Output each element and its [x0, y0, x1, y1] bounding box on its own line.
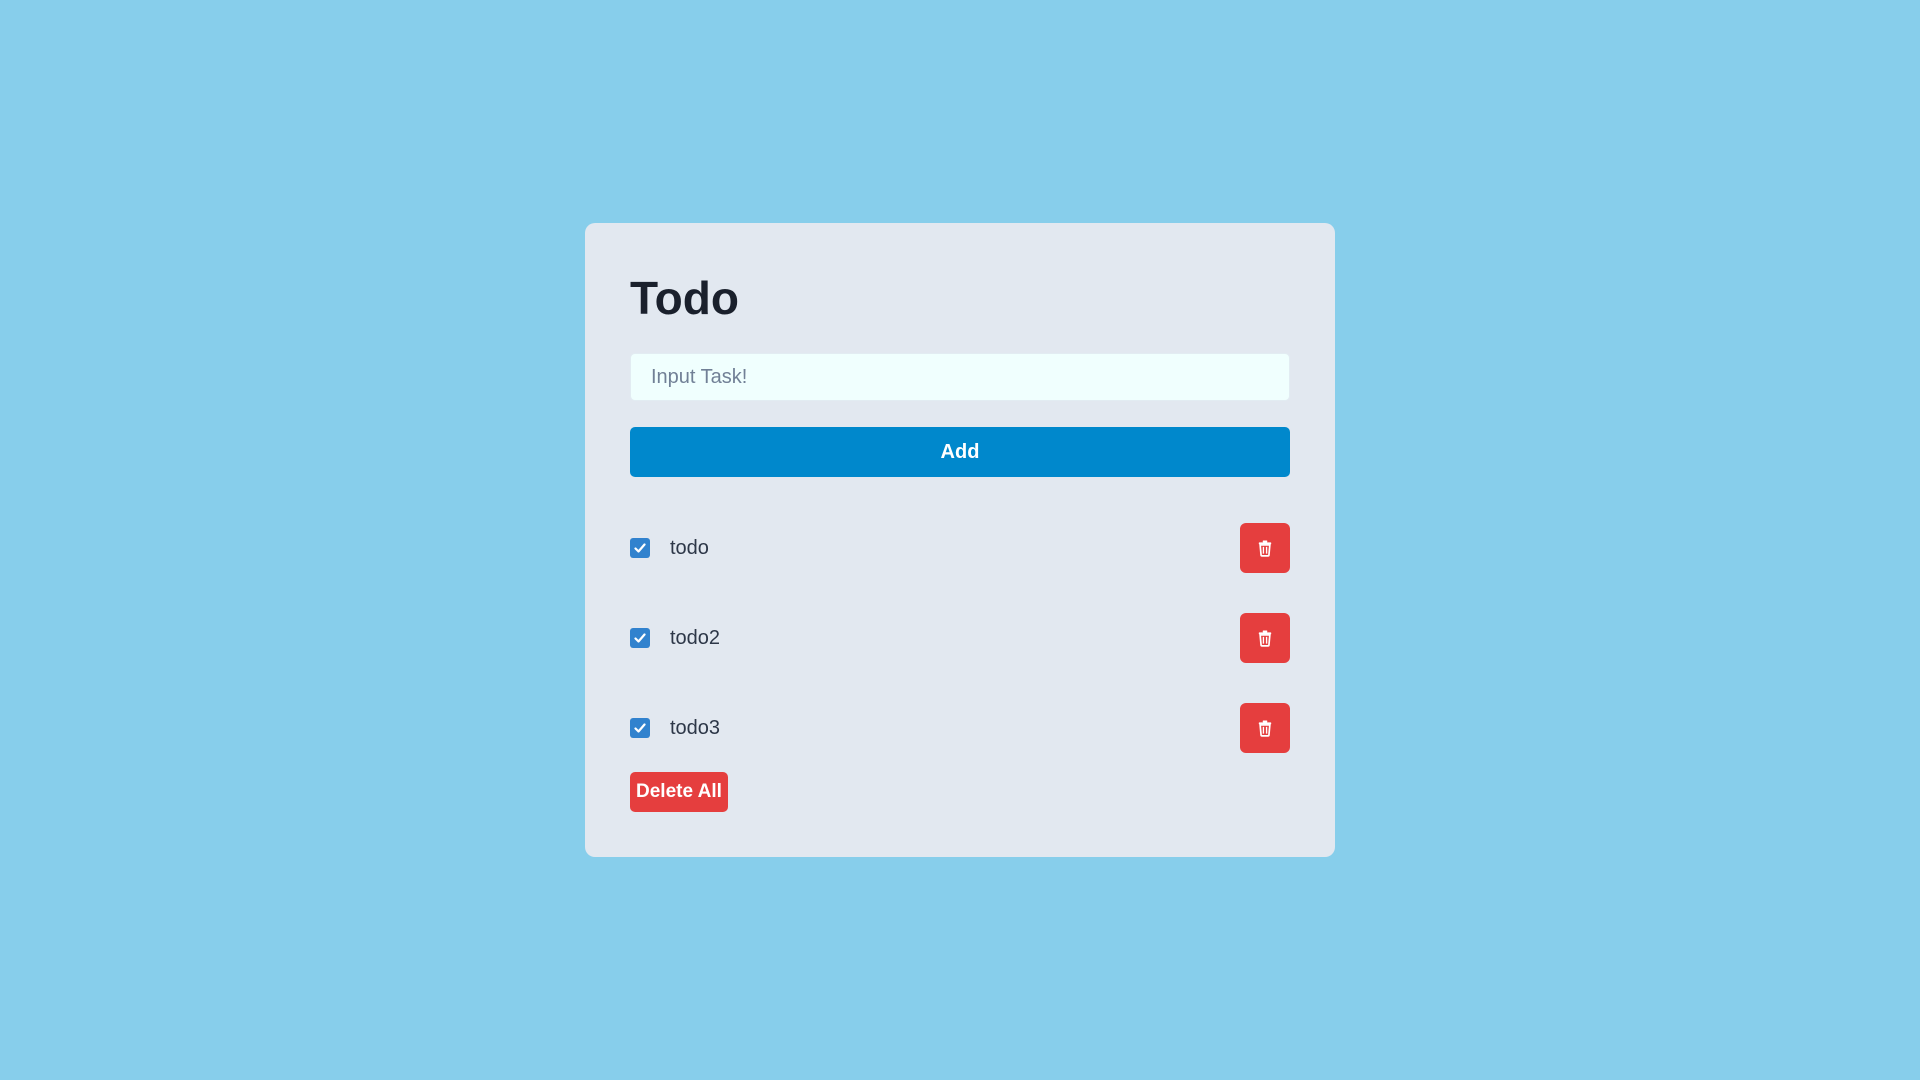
delete-todo-button[interactable] [1240, 703, 1290, 753]
delete-all-button[interactable]: Delete All [630, 772, 728, 812]
todo-checkbox[interactable] [630, 718, 650, 738]
todo-item: todo [630, 523, 1290, 573]
trash-icon [1258, 720, 1272, 737]
todo-item: todo3 [630, 703, 1290, 753]
checkmark-icon [634, 633, 646, 643]
add-button[interactable]: Add [630, 427, 1290, 477]
task-input[interactable] [630, 353, 1290, 401]
page-title: Todo [630, 272, 739, 324]
checkmark-icon [634, 723, 646, 733]
page-background: { "colors": { "page_background": "#87cee… [0, 0, 1920, 1080]
todo-list: todo todo2 todo3 [630, 523, 1290, 753]
trash-icon [1258, 630, 1272, 647]
trash-icon [1258, 540, 1272, 557]
todo-card: Todo Add todo [585, 223, 1335, 857]
todo-checkbox[interactable] [630, 538, 650, 558]
todo-label: todo [670, 536, 709, 559]
delete-todo-button[interactable] [1240, 523, 1290, 573]
todo-label: todo2 [670, 626, 721, 649]
todo-checkbox[interactable] [630, 628, 650, 648]
checkmark-icon [634, 543, 646, 553]
todo-label: todo3 [670, 716, 721, 739]
delete-todo-button[interactable] [1240, 613, 1290, 663]
todo-item: todo2 [630, 613, 1290, 663]
